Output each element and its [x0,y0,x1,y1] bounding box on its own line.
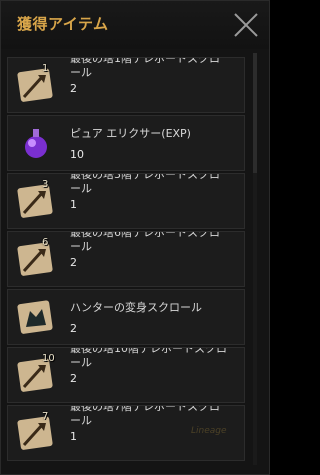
item-name: 最後の塔6階テレポートスクロ ール [70,231,220,253]
scroll-icon: 3 [16,179,56,221]
item-count: 1 [70,430,77,443]
purple-elixir-icon [16,123,56,163]
panel-title: 獲得アイテム [17,15,109,33]
item-count: 2 [70,372,77,385]
scroll-icon: 6 [16,237,56,279]
list-item[interactable]: 6 最後の塔6階テレポートスクロ ール 2 [7,231,245,287]
item-level-badge: 6 [42,237,49,248]
list-item[interactable]: ハンターの変身スクロール 2 [7,289,245,345]
item-name: 最後の塔3階テレポートスクロ ール [70,173,220,195]
item-name: 最後の塔7階テレポートスクロ ール [70,405,220,427]
list-item[interactable]: ピュア エリクサー(EXP) 10 [7,115,245,171]
item-count: 10 [70,148,84,161]
item-name: ピュア エリクサー(EXP) [70,127,191,140]
scroll-icon: 7 [16,411,56,453]
scrollbar[interactable] [253,53,257,465]
item-name: 最後の塔10階テレポートスクロ ール [70,347,227,369]
scroll-icon: 1 [16,63,56,105]
item-list[interactable]: 1 最後の塔1階テレポートスクロ ール 2 ピュア エリクサー(EXP) 10 [1,49,269,474]
item-name: ハンターの変身スクロール [70,301,202,314]
watermark-logo: Lineage [191,426,227,436]
item-count: 2 [70,322,77,335]
item-level-badge: 10 [42,353,55,364]
item-level-badge: 1 [42,63,49,74]
close-icon[interactable] [231,10,261,40]
list-item[interactable]: 3 最後の塔3階テレポートスクロ ール 1 [7,173,245,229]
list-item[interactable]: 1 最後の塔1階テレポートスクロ ール 2 [7,57,245,113]
item-level-badge: 3 [42,179,49,190]
scrollbar-thumb[interactable] [253,53,257,173]
item-level-badge: 7 [42,411,49,422]
item-count: 1 [70,198,77,211]
hunter-transform-scroll-icon [16,297,56,337]
scroll-icon: 10 [16,353,56,395]
item-count: 2 [70,82,77,95]
item-name: 最後の塔1階テレポートスクロ ール [70,57,220,79]
panel-header: 獲得アイテム [1,1,269,49]
item-count: 2 [70,256,77,269]
list-item[interactable]: 10 最後の塔10階テレポートスクロ ール 2 [7,347,245,403]
acquired-items-panel: 獲得アイテム 1 最後の塔1階テレポートスクロ ール 2 ピュア エリクサー(E… [0,0,270,475]
